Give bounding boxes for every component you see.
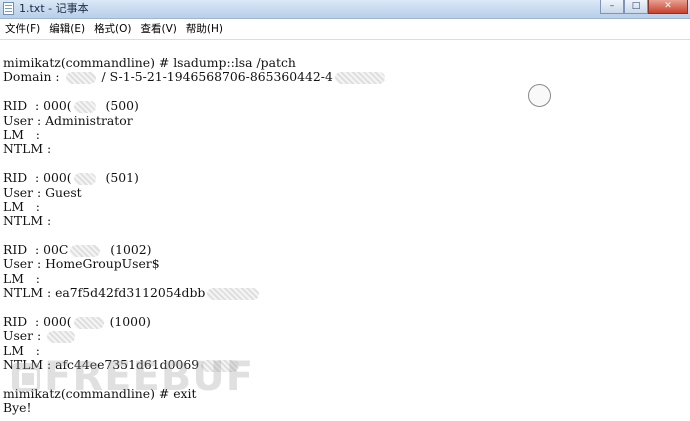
text-line: RID : 00C (1002) — [3, 242, 387, 258]
watermark: FREEBUF — [12, 357, 254, 397]
maximize-button[interactable]: □ — [624, 0, 648, 14]
text-line: User : — [3, 329, 387, 343]
text-line-suffix: (500) — [97, 98, 139, 114]
text-line-content: User : Administrator — [3, 112, 133, 128]
text-line: NTLM : ea7f5d42fd3112054dbb — [3, 286, 387, 300]
text-line-content: LM : — [3, 198, 40, 214]
notepad-window: 1.txt - 记事本 – □ ✕ 文件(F) 编辑(E) 格式(O) 查看(V… — [0, 0, 690, 421]
text-line: Domain : / S-1-5-21-1946568706-865360442… — [3, 70, 387, 84]
text-line: NTLM : — [3, 214, 387, 228]
text-line-content: NTLM : — [3, 213, 52, 229]
redaction-blur — [73, 316, 104, 329]
window-title: 1.txt - 记事本 — [19, 2, 89, 15]
mouse-cursor-indicator — [528, 84, 551, 107]
text-line: RID : 000( (501) — [3, 170, 387, 186]
text-line-content: RID : 000( — [3, 170, 72, 186]
text-line — [3, 229, 387, 243]
text-line-content: User : HomeGroupUser$ — [3, 256, 160, 272]
menu-bar: 文件(F) 编辑(E) 格式(O) 查看(V) 帮助(H) — [0, 19, 690, 40]
menu-help[interactable]: 帮助(H) — [182, 19, 227, 39]
text-line: RID : 000( (500) — [3, 98, 387, 114]
text-line: User : Administrator — [3, 112, 387, 128]
text-line: LM : — [3, 270, 387, 286]
text-line: LM : — [3, 126, 387, 142]
text-line-suffix: (501) — [97, 170, 139, 186]
text-line-content: NTLM : ea7f5d42fd3112054dbb — [3, 285, 206, 301]
watermark-logo-icon — [12, 363, 40, 391]
caption-buttons: – □ ✕ — [600, 0, 688, 15]
text-line-suffix: / S-1-5-21-1946568706-865360442-4 — [97, 69, 333, 85]
text-line-content: Domain : — [3, 69, 64, 85]
redaction-blur — [65, 71, 96, 84]
redaction-blur — [47, 330, 76, 343]
text-line-content: RID : 000( — [3, 314, 72, 330]
text-line-content: User : Guest — [3, 184, 82, 200]
text-line-content: User : — [3, 328, 46, 344]
redaction-blur — [334, 71, 385, 84]
text-line: RID : 000( (1000) — [3, 314, 387, 330]
text-line-content: LM : — [3, 342, 40, 358]
menu-view[interactable]: 查看(V) — [137, 19, 181, 39]
redaction-blur — [207, 287, 260, 300]
minimize-button[interactable]: – — [600, 0, 624, 14]
text-line: User : HomeGroupUser$ — [3, 257, 387, 271]
notepad-icon — [3, 2, 14, 15]
text-line: Bye! — [3, 401, 387, 415]
text-line: LM : — [3, 198, 387, 214]
redaction-blur — [70, 244, 101, 257]
text-line-content: RID : 000( — [3, 98, 72, 114]
text-line-content: mimikatz(commandline) # lsadump::lsa /pa… — [3, 55, 296, 70]
text-line — [3, 157, 387, 171]
title-bar[interactable]: 1.txt - 记事本 – □ ✕ — [0, 0, 690, 19]
watermark-text: FREEBUF — [44, 354, 255, 400]
text-line-suffix: (1000) — [105, 314, 151, 330]
menu-edit[interactable]: 编辑(E) — [45, 19, 89, 39]
menu-file[interactable]: 文件(F) — [1, 19, 44, 39]
text-line-suffix: (1002) — [102, 242, 152, 258]
text-line-content: NTLM : — [3, 141, 52, 157]
text-line-content: LM : — [3, 270, 40, 286]
text-line: mimikatz(commandline) # lsadump::lsa /pa… — [3, 55, 387, 70]
text-line — [3, 301, 387, 315]
redaction-blur — [73, 100, 96, 113]
text-line: NTLM : — [3, 142, 387, 156]
close-button[interactable]: ✕ — [648, 0, 688, 14]
text-line-content: Bye! — [3, 400, 32, 416]
text-line-content: RID : 00C — [3, 242, 69, 258]
text-line: User : Guest — [3, 184, 387, 200]
redaction-blur — [73, 172, 96, 185]
text-line — [3, 85, 387, 99]
text-line-content: LM : — [3, 126, 40, 142]
menu-format[interactable]: 格式(O) — [90, 19, 135, 39]
